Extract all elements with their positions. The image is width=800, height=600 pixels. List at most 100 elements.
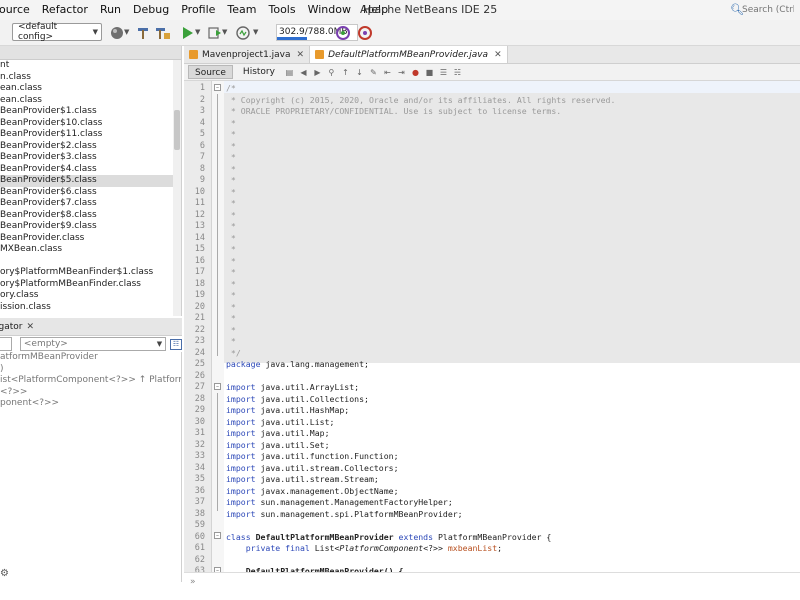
menu-window[interactable]: Window <box>302 0 357 20</box>
menu-tools[interactable]: Tools <box>263 0 302 20</box>
code-editor[interactable]: /* * Copyright (c) 2015, 2020, Oracle an… <box>224 81 800 600</box>
history-view-button[interactable]: History <box>237 65 281 79</box>
tree-item[interactable]: ean.class <box>0 95 181 107</box>
line-number: 34 <box>194 462 205 473</box>
config-select-value: <default config> <box>18 22 58 42</box>
code-token: * <box>226 221 236 231</box>
close-icon[interactable]: ✕ <box>26 322 34 332</box>
chevron-down-icon[interactable]: ▼ <box>253 28 258 36</box>
code-line: * <box>226 256 236 268</box>
tree-item[interactable]: ory$PlatformMBeanFinder$1.class <box>0 267 181 279</box>
shift-left-icon[interactable]: ⇤ <box>382 67 393 78</box>
code-token: * <box>226 313 236 323</box>
find-previous-icon[interactable]: ↑ <box>340 67 351 78</box>
navigator-item[interactable]: atformMBeanProvider <box>0 352 181 364</box>
fold-toggle-icon[interactable]: – <box>214 383 221 390</box>
tree-item[interactable]: MXBean.class <box>0 244 181 256</box>
tree-item[interactable]: BeanProvider$11.class <box>0 129 181 141</box>
back-icon[interactable]: ◀ <box>298 67 309 78</box>
projects-scrollbar-thumb[interactable] <box>174 110 180 150</box>
quick-search[interactable]: 🔍︎ <box>730 2 794 18</box>
navigator-item[interactable]: <?>> <box>0 387 181 399</box>
menu-team[interactable]: Team <box>221 0 262 20</box>
code-line: * ORACLE PROPRIETARY/CONFIDENTIAL. Use i… <box>226 106 561 118</box>
build-hammer-icon[interactable] <box>134 24 152 42</box>
tree-item[interactable]: BeanProvider$2.class <box>0 141 181 153</box>
code-line: * <box>226 244 236 256</box>
chevron-down-icon[interactable]: ▼ <box>195 28 200 36</box>
navigator-view-select[interactable] <box>0 337 12 351</box>
menu-debug[interactable]: Debug <box>127 0 175 20</box>
tree-item[interactable]: ory.class <box>0 290 181 302</box>
tree-item[interactable]: BeanProvider.class <box>0 233 181 245</box>
toggle-highlight-icon[interactable]: ✎ <box>368 67 379 78</box>
code-token: import <box>226 428 256 438</box>
chevron-down-icon[interactable]: ▼ <box>124 28 129 36</box>
tree-item[interactable]: BeanProvider$5.class <box>0 175 181 187</box>
last-edit-icon[interactable]: ▤ <box>284 67 295 78</box>
chevron-down-icon: ▼ <box>156 340 163 348</box>
tree-item[interactable]: BeanProvider$1.class <box>0 106 181 118</box>
tree-item[interactable]: BeanProvider$8.class <box>0 210 181 222</box>
menu-run[interactable]: Run <box>94 0 127 20</box>
menu-refactor[interactable]: Refactor <box>36 0 94 20</box>
editor-tab[interactable]: DefaultPlatformMBeanProvider.java ✕ <box>310 46 508 63</box>
shift-right-icon[interactable]: ⇥ <box>396 67 407 78</box>
source-view-button[interactable]: Source <box>188 65 233 79</box>
close-icon[interactable]: ✕ <box>297 50 305 60</box>
gc-icon[interactable] <box>334 24 352 42</box>
menu-profile[interactable]: Profile <box>175 0 221 20</box>
navigator-item[interactable]: ist<PlatformComponent<?>> ↑ PlatformMBea… <box>0 375 181 387</box>
navigator-item[interactable]: ) <box>0 364 181 376</box>
tree-item[interactable]: BeanProvider$7.class <box>0 198 181 210</box>
code-line: * <box>226 164 236 176</box>
search-input[interactable] <box>742 5 794 15</box>
search-icon[interactable]: 🔍︎ <box>730 4 744 16</box>
code-line: * <box>226 118 236 130</box>
forward-icon[interactable]: ▶ <box>312 67 323 78</box>
tree-item[interactable]: BeanProvider$4.class <box>0 164 181 176</box>
tree-item[interactable] <box>0 256 181 268</box>
tree-item[interactable]: nt <box>0 60 181 72</box>
code-line: * <box>226 302 236 314</box>
close-icon[interactable]: ✕ <box>494 50 502 60</box>
tree-item[interactable]: BeanProvider$6.class <box>0 187 181 199</box>
navigator-filter-select[interactable]: <empty> ▼ <box>19 337 167 351</box>
config-select[interactable]: <default config> ▼ <box>12 22 102 42</box>
chevron-down-icon[interactable]: ▼ <box>222 28 227 36</box>
menu-source[interactable]: Source <box>0 0 36 20</box>
code-token: DefaultPlatformMBeanProvider <box>250 531 394 542</box>
clean-build-icon[interactable] <box>154 24 172 42</box>
fold-toggle-icon[interactable]: – <box>214 532 221 539</box>
uncomment-icon[interactable]: ☵ <box>452 67 463 78</box>
tree-item[interactable]: BeanProvider$9.class <box>0 221 181 233</box>
profile-ide-icon[interactable] <box>356 24 374 42</box>
tree-item[interactable]: BeanProvider$3.class <box>0 152 181 164</box>
tree-item[interactable]: n.class <box>0 72 181 84</box>
code-token: * <box>226 163 236 174</box>
tree-item[interactable]: BeanProvider$10.class <box>0 118 181 130</box>
tree-item[interactable]: ean.class <box>0 83 181 95</box>
find-icon[interactable]: ⚲ <box>326 67 337 78</box>
editor-tab[interactable]: Mavenproject1.java ✕ <box>184 46 311 63</box>
current-line-highlight <box>224 81 800 93</box>
record-macro-icon[interactable]: ● <box>410 67 421 78</box>
editor-horizontal-scrollbar[interactable]: » <box>184 572 800 600</box>
tree-item[interactable]: ission.class <box>0 302 181 314</box>
code-token: java.lang.management; <box>260 359 369 369</box>
profile-icon[interactable] <box>234 24 252 42</box>
stop-macro-icon[interactable]: ■ <box>424 67 435 78</box>
tree-item[interactable]: ory$PlatformMBeanFinder.class <box>0 279 181 291</box>
settings-icon[interactable]: ⚙ <box>0 568 9 579</box>
scroll-right-icon[interactable]: » <box>190 577 196 587</box>
code-token: * <box>226 267 236 277</box>
navigator-options-icon[interactable]: ☷ <box>170 338 182 350</box>
projects-scrollbar[interactable] <box>173 60 181 316</box>
tab-navigator[interactable]: igator <box>0 322 22 332</box>
comment-icon[interactable]: ☰ <box>438 67 449 78</box>
find-next-icon[interactable]: ↓ <box>354 67 365 78</box>
navigator-item[interactable]: ponent<?>> <box>0 398 181 410</box>
run-icon[interactable] <box>178 24 196 42</box>
fold-toggle-icon[interactable]: – <box>214 84 221 91</box>
code-token: * <box>226 186 236 197</box>
